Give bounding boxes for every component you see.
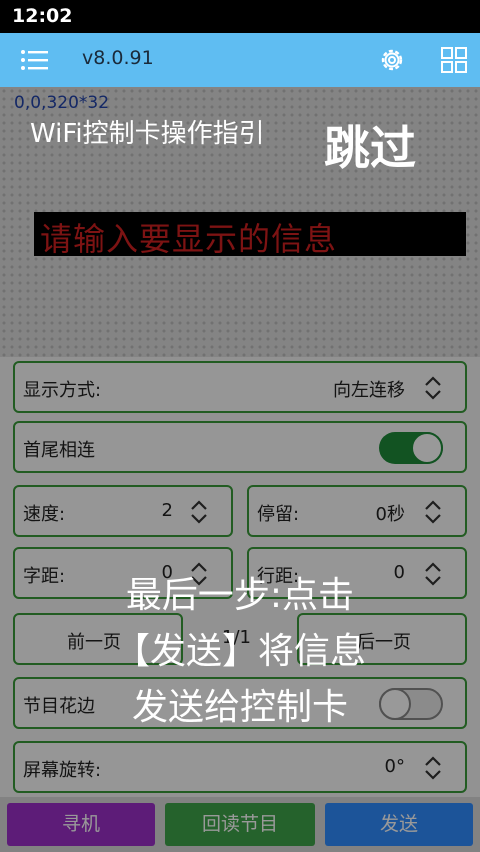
app-version: v8.0.91 <box>82 47 154 69</box>
menu-icon[interactable] <box>20 49 48 71</box>
guide-overlay[interactable] <box>0 87 480 852</box>
skip-button[interactable]: 跳过 <box>324 112 416 178</box>
guide-line-2: 【发送】将信息 <box>113 631 366 672</box>
guide-line-3: 发送给控制卡 <box>131 687 348 728</box>
status-bar: 12:02 <box>0 0 480 33</box>
gear-icon[interactable] <box>378 46 406 74</box>
status-time: 12:02 <box>12 5 73 27</box>
guide-instruction: 最后一步:点击 【发送】将信息 发送给控制卡 <box>0 568 480 736</box>
guide-line-1: 最后一步:点击 <box>125 575 355 616</box>
app-bar: v8.0.91 <box>0 33 480 87</box>
grid-icon[interactable] <box>441 47 467 73</box>
guide-title: WiFi控制卡操作指引 <box>30 119 265 149</box>
